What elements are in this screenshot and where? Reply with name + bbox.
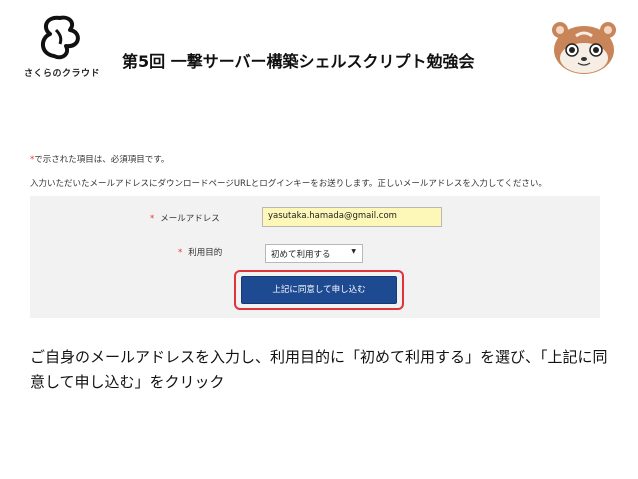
purpose-selected-value: 初めて利用する — [271, 250, 331, 260]
email-label-text: メールアドレス — [160, 214, 220, 224]
logo-text: さくらのクラウド — [23, 69, 100, 79]
required-mark: * — [178, 248, 183, 258]
purpose-label: * 利用目的 — [178, 246, 222, 258]
submit-button[interactable]: 上記に同意して申し込む — [241, 276, 397, 304]
sakura-cloud-logo: さくらのクラウド — [16, 14, 108, 84]
instruction-caption: ご自身のメールアドレスを入力し、利用目的に「初めて利用する」を選び、「上記に同意… — [30, 348, 608, 391]
slide-title: 第5回 一撃サーバー構築シェルスクリプト勉強会 — [122, 52, 475, 71]
mascot-illustration — [552, 22, 616, 74]
sakura-logo-icon — [41, 15, 80, 60]
info-text: 入力いただいたメールアドレスにダウンロードページURLとログインキーをお送りしま… — [30, 179, 547, 189]
purpose-label-text: 利用目的 — [188, 248, 223, 258]
chevron-down-icon: ▼ — [351, 248, 356, 255]
purpose-select[interactable]: 初めて利用する ▼ — [265, 244, 363, 263]
email-field[interactable]: yasutaka.hamada@gmail.com — [262, 207, 442, 227]
email-label: * メールアドレス — [150, 212, 220, 224]
required-mark: * — [150, 214, 155, 224]
required-note-text: で示された項目は、必須項目です。 — [34, 155, 170, 165]
required-fields-note: *で示された項目は、必須項目です。 — [30, 153, 169, 165]
